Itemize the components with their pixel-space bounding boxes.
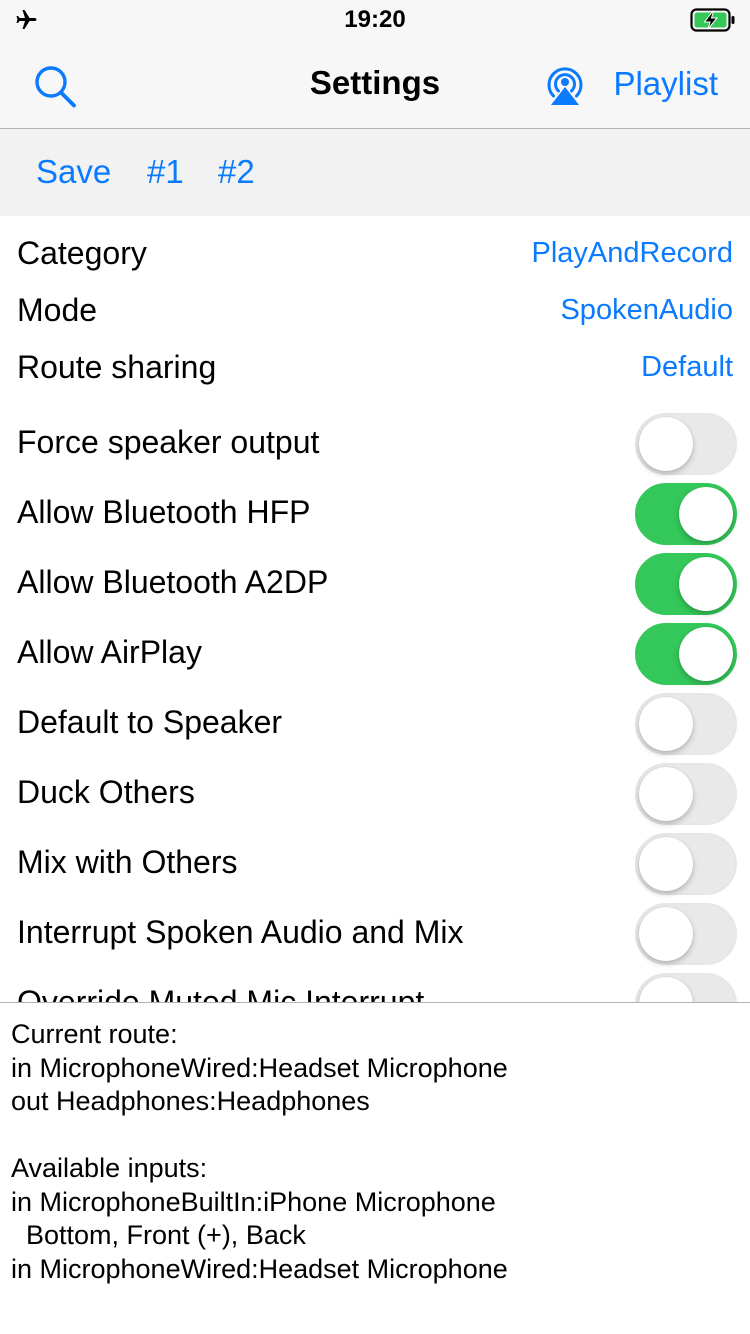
save-button[interactable]: Save xyxy=(36,153,111,191)
toggle-label: Allow Bluetooth HFP xyxy=(17,494,311,530)
toggle-row: Force speaker output xyxy=(0,413,750,475)
toggle-knob xyxy=(639,837,693,891)
status-time: 19:20 xyxy=(344,6,406,33)
toggle-label: Duck Others xyxy=(17,774,195,810)
toggle-switch[interactable] xyxy=(635,483,737,545)
mode-row[interactable]: Mode SpokenAudio xyxy=(0,282,750,342)
info-line: Bottom, Front (+), Back xyxy=(11,1220,306,1250)
route-info-text: Current route: in MicrophoneWired:Headse… xyxy=(11,1018,741,1286)
toggle-label: Allow Bluetooth A2DP xyxy=(17,564,329,600)
toggle-switch[interactable] xyxy=(635,763,737,825)
info-line: Current route: xyxy=(11,1019,178,1049)
mode-value[interactable]: SpokenAudio xyxy=(560,294,733,327)
toggle-knob xyxy=(639,977,693,1002)
status-bar: 19:20 xyxy=(0,0,750,40)
navigation-bar: Settings Playlist xyxy=(0,40,750,129)
toggle-knob xyxy=(639,697,693,751)
toggle-label: Interrupt Spoken Audio and Mix xyxy=(17,914,464,950)
toggle-label: Override Muted Mic Interrupt xyxy=(17,984,425,1002)
toggle-row: Allow Bluetooth A2DP xyxy=(0,553,750,615)
toggle-switch[interactable] xyxy=(635,973,737,1002)
info-line: in MicrophoneBuiltIn:iPhone Microphone xyxy=(11,1186,496,1217)
info-line: in MicrophoneWired:Headset Microphone xyxy=(11,1253,508,1284)
toggle-knob xyxy=(639,417,693,471)
toggle-label: Default to Speaker xyxy=(17,704,283,740)
category-row[interactable]: Category PlayAndRecord xyxy=(0,225,750,285)
toggle-knob xyxy=(679,557,733,611)
toggle-label: Allow AirPlay xyxy=(17,634,202,670)
info-line: in MicrophoneWired:Headset Microphone xyxy=(11,1052,508,1083)
preset-1-button[interactable]: #1 xyxy=(147,153,184,191)
route-sharing-value[interactable]: Default xyxy=(641,351,733,384)
route-sharing-row[interactable]: Route sharing Default xyxy=(0,339,750,399)
toggle-knob xyxy=(679,487,733,541)
category-value[interactable]: PlayAndRecord xyxy=(532,237,734,270)
info-line xyxy=(11,1119,741,1153)
toggle-knob xyxy=(639,767,693,821)
toggle-row: Duck Others xyxy=(0,763,750,825)
preset-2-button[interactable]: #2 xyxy=(218,153,255,191)
battery-charging-icon xyxy=(690,8,735,32)
toggle-row: Allow AirPlay xyxy=(0,623,750,685)
toggle-switch[interactable] xyxy=(635,413,737,475)
section-divider xyxy=(0,1002,750,1003)
toggle-row: Interrupt Spoken Audio and Mix xyxy=(0,903,750,965)
toggle-switch[interactable] xyxy=(635,553,737,615)
toggle-row: Default to Speaker xyxy=(0,693,750,755)
toggle-row: Allow Bluetooth HFP xyxy=(0,483,750,545)
toggle-switch[interactable] xyxy=(635,833,737,895)
toggle-label: Mix with Others xyxy=(17,844,238,880)
toggle-knob xyxy=(679,627,733,681)
info-line: Available inputs: xyxy=(11,1153,208,1183)
playlist-button[interactable]: Playlist xyxy=(613,65,718,103)
settings-list[interactable]: Category PlayAndRecord Mode SpokenAudio … xyxy=(0,216,750,1002)
toggle-switch[interactable] xyxy=(635,623,737,685)
toolbar: Save #1 #2 xyxy=(0,129,750,216)
toggle-switch[interactable] xyxy=(635,693,737,755)
toggle-row: Override Muted Mic Interrupt xyxy=(0,973,750,1002)
toggle-row: Mix with Others xyxy=(0,833,750,895)
category-label: Category xyxy=(17,235,147,271)
toggle-label: Force speaker output xyxy=(17,424,320,460)
toggle-knob xyxy=(639,907,693,961)
toggle-switch[interactable] xyxy=(635,903,737,965)
airplay-icon[interactable] xyxy=(542,62,588,108)
info-line: out Headphones:Headphones xyxy=(11,1086,370,1116)
mode-label: Mode xyxy=(17,292,98,328)
route-sharing-label: Route sharing xyxy=(17,349,217,385)
